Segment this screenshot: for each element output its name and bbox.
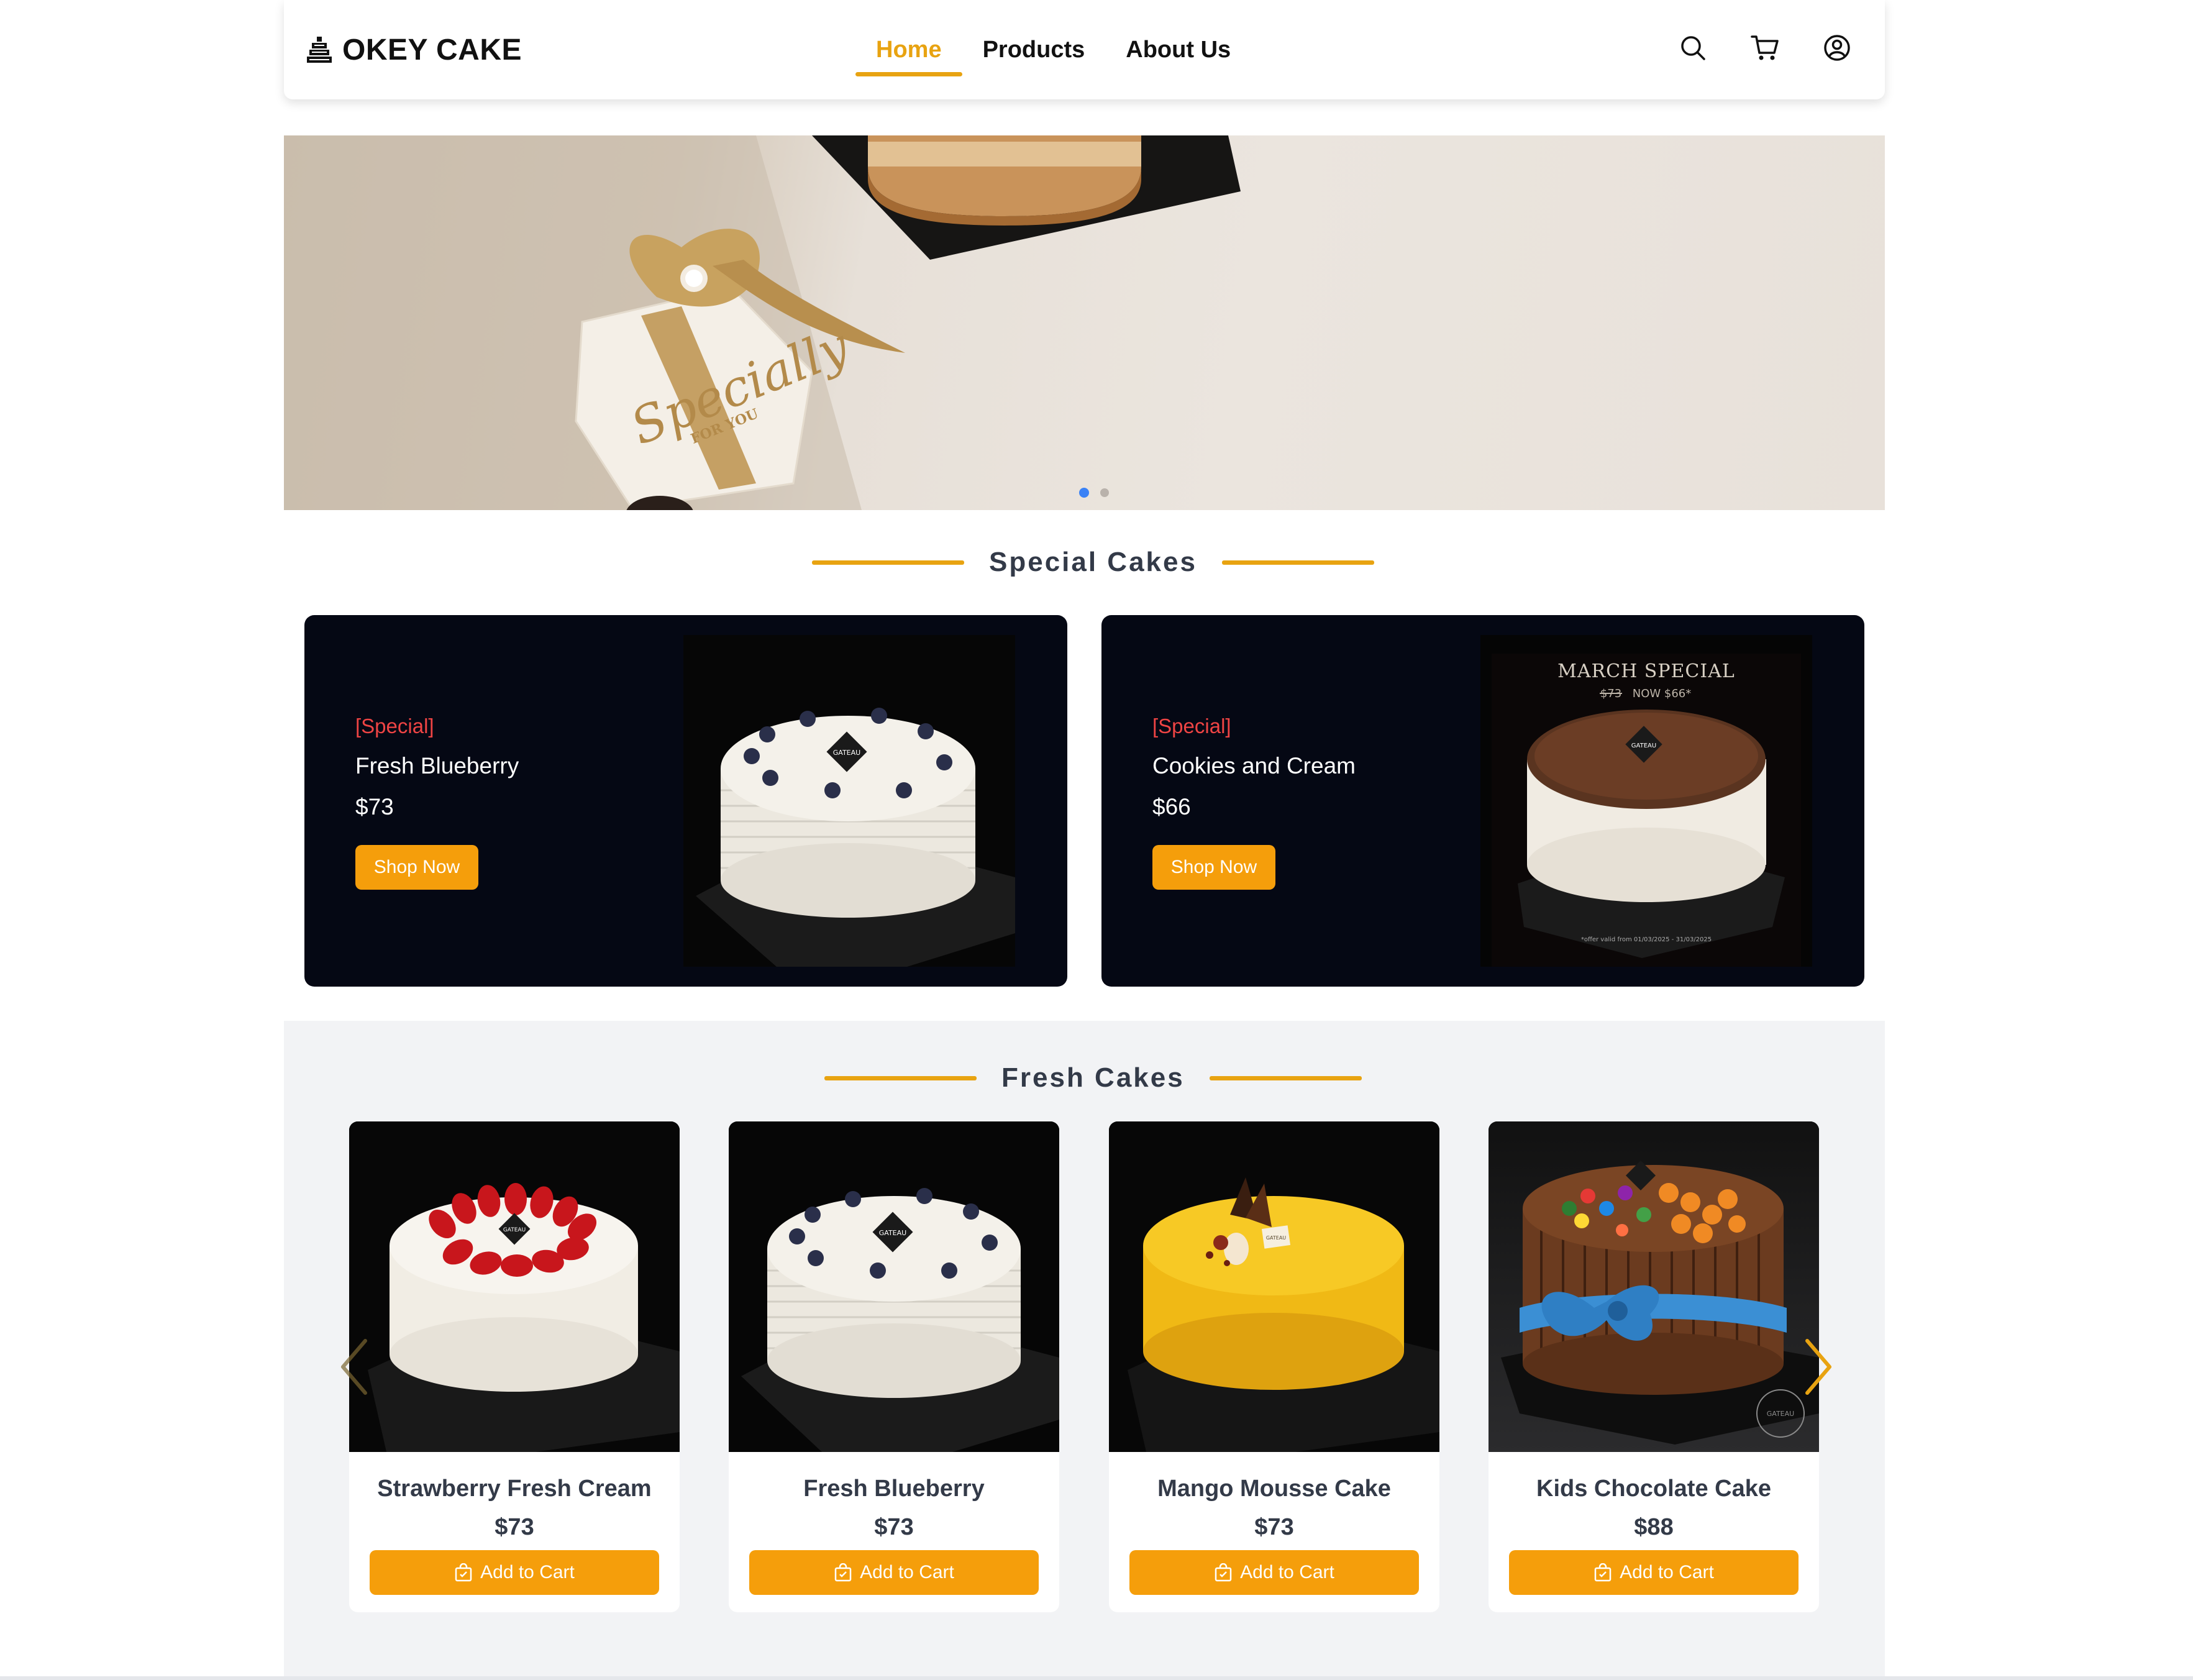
section-title: Special Cakes — [989, 547, 1197, 577]
cake-image-mango[interactable]: GATEAU — [1109, 1121, 1439, 1452]
search-icon[interactable] — [1677, 32, 1708, 63]
add-to-cart-button[interactable]: Add to Cart — [1509, 1550, 1799, 1595]
title-line-left — [812, 560, 964, 565]
chevron-right-icon[interactable] — [1800, 1336, 1837, 1398]
cake-badge: GATEAU — [1631, 742, 1656, 749]
cake-badge: GATEAU — [503, 1227, 526, 1233]
carousel-dot-2[interactable] — [1100, 488, 1109, 497]
special-name: Cookies and Cream — [1152, 753, 1356, 778]
carousel-dots — [1079, 488, 1109, 498]
shopping-bag-icon — [455, 1563, 472, 1582]
add-to-cart-label: Add to Cart — [1240, 1562, 1334, 1582]
title-line-right — [1209, 1075, 1362, 1080]
title-line-left — [824, 1075, 977, 1080]
promo-now: NOW $66* — [1633, 687, 1692, 700]
cake-icon — [307, 37, 332, 63]
logo[interactable]: OKEY CAKE — [306, 32, 522, 67]
hero-image: Specially FOR YOU — [284, 135, 1241, 510]
shopping-bag-icon — [1594, 1563, 1612, 1582]
special-price: $73 — [355, 794, 394, 819]
product-card: GATEAU Mango Mousse Cake $73 Add to Cart — [1109, 1121, 1439, 1612]
special-price: $66 — [1152, 794, 1191, 819]
product-name: Strawberry Fresh Cream — [377, 1476, 652, 1502]
product-name: Kids Chocolate Cake — [1536, 1476, 1771, 1502]
product-name: Mango Mousse Cake — [1157, 1476, 1391, 1502]
cake-badge: GATEAU — [1767, 1410, 1794, 1418]
logo-text: OKEY CAKE — [342, 33, 522, 66]
cake-badge: GATEAU — [833, 749, 860, 757]
hero-banner[interactable]: Specially FOR YOU — [284, 135, 1885, 510]
cake-image-cookies-cream[interactable]: MARCH SPECIAL $73 NOW $66* GATEAU *offer… — [1480, 635, 1812, 967]
product-card: GATEAU Kids Chocolate Cake $88 Add to Ca… — [1489, 1121, 1819, 1612]
cake-image-strawberry[interactable]: GATEAU — [349, 1121, 680, 1452]
special-card: [Special] Fresh Blueberry $73 Shop Now G… — [304, 615, 1067, 987]
shop-now-button[interactable]: Shop Now — [1152, 845, 1275, 890]
nav-products[interactable]: Products — [962, 0, 1106, 99]
product-price: $73 — [874, 1514, 914, 1540]
cake-badge: GATEAU — [879, 1229, 906, 1237]
fresh-cakes-heading: Fresh Cakes — [824, 1062, 1362, 1093]
special-tag: [Special] — [1152, 714, 1231, 737]
product-card: GATEAU Strawberry Fresh Cream $73 Add to… — [349, 1121, 680, 1612]
special-card: [Special] Cookies and Cream $66 Shop Now… — [1101, 615, 1864, 987]
main-nav: Home Products About Us — [855, 0, 1251, 99]
add-to-cart-label: Add to Cart — [1620, 1562, 1714, 1582]
nav-home[interactable]: Home — [855, 0, 962, 99]
cake-image-blueberry[interactable]: GATEAU — [683, 635, 1015, 967]
special-cakes-heading: Special Cakes — [812, 547, 1374, 578]
promo-title: MARCH SPECIAL — [1557, 660, 1735, 682]
cake-image-kids-chocolate[interactable]: GATEAU — [1489, 1121, 1819, 1452]
product-name: Fresh Blueberry — [803, 1476, 985, 1502]
add-to-cart-button[interactable]: Add to Cart — [370, 1550, 659, 1595]
user-icon[interactable] — [1821, 32, 1853, 63]
section-title: Fresh Cakes — [1001, 1062, 1185, 1093]
title-line-right — [1221, 560, 1374, 565]
shopping-bag-icon — [834, 1563, 852, 1582]
special-name: Fresh Blueberry — [355, 753, 519, 778]
add-to-cart-label: Add to Cart — [860, 1562, 954, 1582]
add-to-cart-label: Add to Cart — [480, 1562, 575, 1582]
special-tag: [Special] — [355, 714, 434, 737]
site-header: OKEY CAKE Home Products About Us — [284, 0, 1885, 99]
cake-badge: GATEAU — [1266, 1235, 1286, 1241]
product-price: $73 — [1254, 1514, 1294, 1540]
shop-now-button[interactable]: Shop Now — [355, 845, 478, 890]
product-card: GATEAU Fresh Blueberry $73 Add to Cart — [729, 1121, 1059, 1612]
promo-note: *offer valid from 01/03/2025 - 31/03/202… — [1581, 936, 1712, 943]
carousel-dot-1[interactable] — [1079, 488, 1089, 498]
add-to-cart-button[interactable]: Add to Cart — [749, 1550, 1039, 1595]
product-price: $88 — [1634, 1514, 1674, 1540]
product-price: $73 — [495, 1514, 534, 1540]
header-actions — [1677, 32, 1853, 63]
page-bottom-edge — [0, 1676, 2193, 1680]
add-to-cart-button[interactable]: Add to Cart — [1129, 1550, 1419, 1595]
chevron-left-icon[interactable] — [335, 1336, 373, 1398]
cart-icon[interactable] — [1749, 32, 1780, 63]
nav-about-us[interactable]: About Us — [1105, 0, 1251, 99]
shopping-bag-icon — [1215, 1563, 1232, 1582]
cake-image-blueberry[interactable]: GATEAU — [729, 1121, 1059, 1452]
